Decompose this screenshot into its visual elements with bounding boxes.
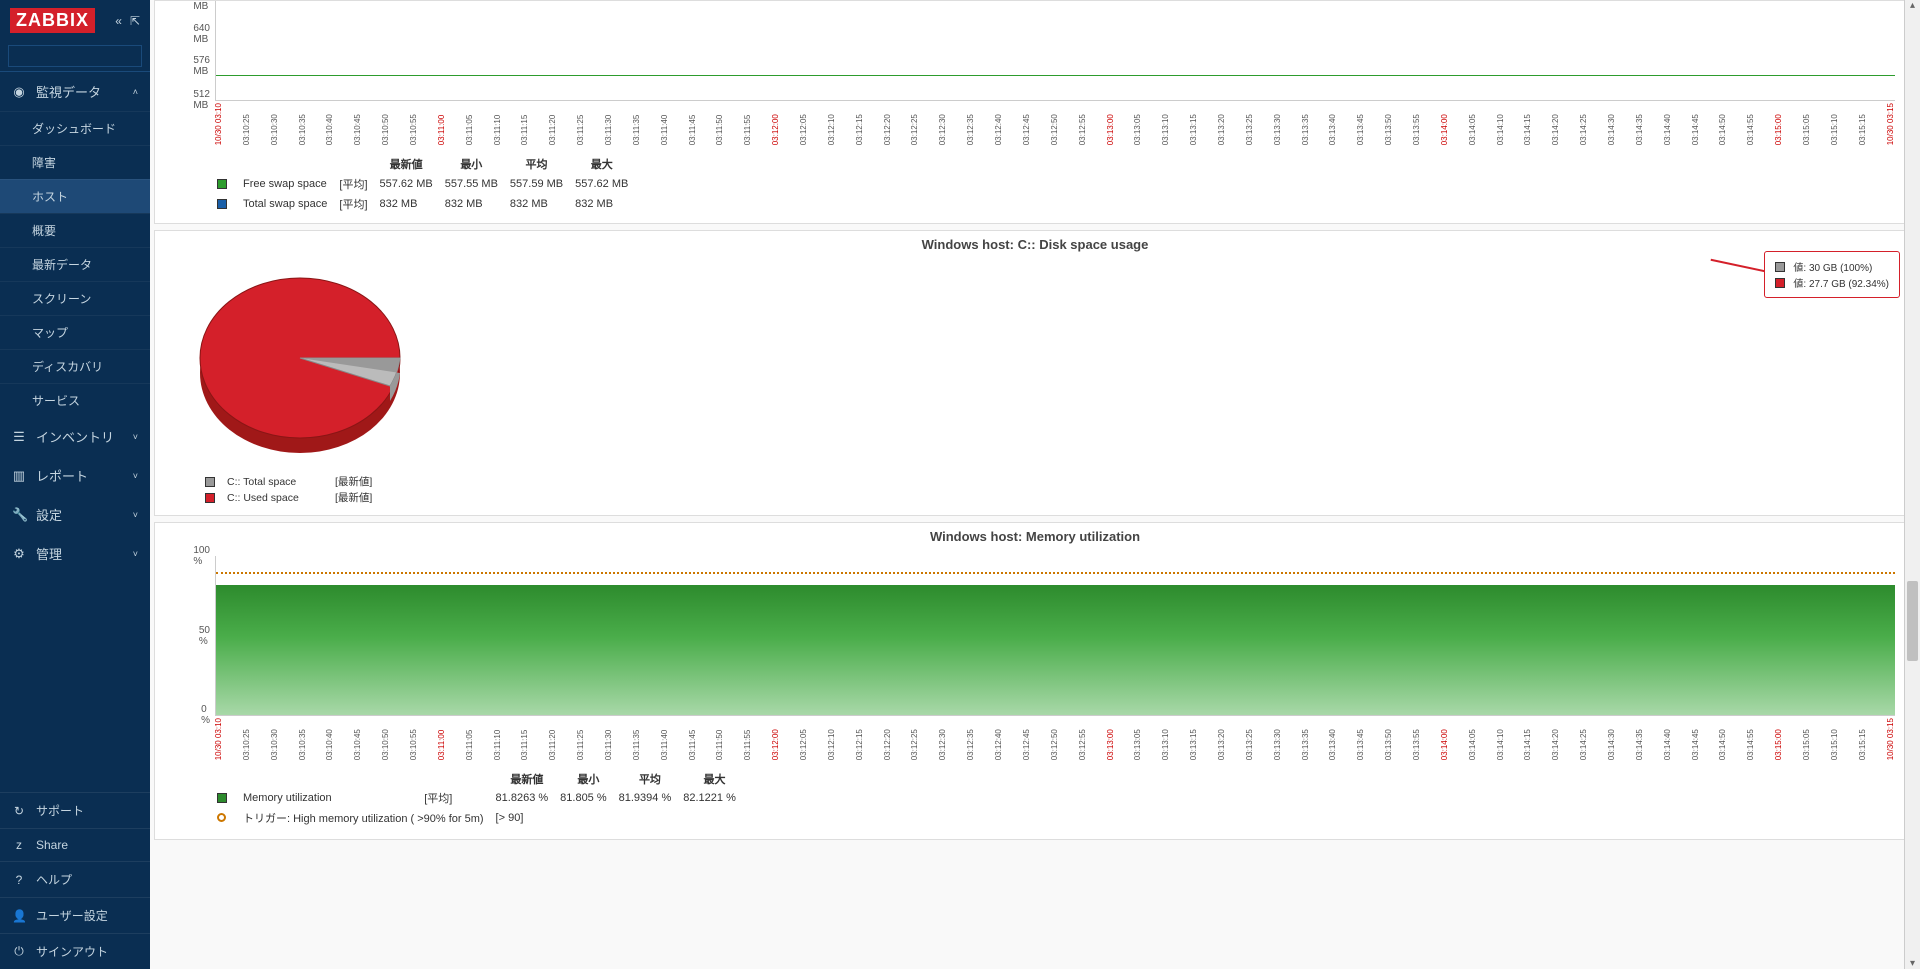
memory-xaxis: 10/30 03:1003:10:2503:10:3003:10:3503:10… [215,718,1895,760]
swap-xaxis: 10/30 03:1003:10:2503:10:3003:10:3503:10… [215,103,1895,145]
share-icon: z [12,838,26,852]
chevron-down-icon: ˅ [133,432,138,442]
nav-config[interactable]: 🔧設定˅ [0,495,150,534]
nav-signout[interactable]: ⏻サインアウト [0,933,150,969]
scroll-down-icon[interactable]: ▾ [1905,958,1920,969]
memory-panel: Windows host: Memory utilization 100 % 5… [154,522,1916,839]
swap-legend: 最新値最小平均最大 Free swap space[平均]557.62 MB55… [215,153,640,215]
swap-chart: 704 MB 640 MB 576 MB 512 MB [215,1,1895,101]
eye-icon: ◉ [12,84,26,100]
support-icon: ↻ [12,804,26,818]
disk-legend-box: 値: 30 GB (100%)値: 27.7 GB (92.34%) [1764,251,1900,298]
memory-chart: 100 % 50 % 0 % [215,556,1895,716]
logo[interactable]: ZABBIX [10,8,95,33]
sidebar-item-maps[interactable]: マップ [0,315,150,349]
vertical-scrollbar[interactable]: ▴ ▾ [1904,0,1920,969]
memory-title: Windows host: Memory utilization [155,523,1915,550]
scroll-up-icon[interactable]: ▴ [1905,0,1920,11]
search-input[interactable] [15,50,157,62]
chart-icon: ▥ [12,468,26,484]
main-content: 704 MB 640 MB 576 MB 512 MB 10/30 03:100… [150,0,1920,969]
nav-inventory[interactable]: ☰インベントリ˅ [0,417,150,456]
sidebar-item-discovery[interactable]: ディスカバリ [0,349,150,383]
disk-title: Windows host: C:: Disk space usage [155,231,1915,258]
sidebar-item-dashboard[interactable]: ダッシュボード [0,111,150,145]
disk-pie-chart [195,268,405,458]
signout-icon: ⏻ [12,944,26,959]
nav-support[interactable]: ↻サポート [0,792,150,828]
search-box[interactable]: 🔍 [8,45,142,67]
chevron-up-icon: ˄ [133,87,138,97]
sidebar-item-screens[interactable]: スクリーン [0,281,150,315]
chevron-down-icon: ˅ [133,510,138,520]
disk-panel: Windows host: C:: Disk space usage 値: 30… [154,230,1916,516]
collapse-icon[interactable]: « [115,14,122,28]
user-icon: 👤 [12,909,26,923]
scroll-thumb[interactable] [1907,581,1918,661]
gear-icon: ⚙ [12,546,26,562]
nav-help[interactable]: ?ヘルプ [0,861,150,897]
wrench-icon: 🔧 [12,507,26,523]
nav-share[interactable]: zShare [0,828,150,861]
nav-reports[interactable]: ▥レポート˅ [0,456,150,495]
sidebar: ZABBIX « ⇱ 🔍 ◉ 監視データ ˄ ダッシュボード 障害 ホスト 概要… [0,0,150,969]
sidebar-item-problems[interactable]: 障害 [0,145,150,179]
memory-legend: 最新値最小平均最大 Memory utilization[平均] 81.8263… [215,769,748,829]
list-icon: ☰ [12,429,26,445]
sidebar-item-hosts[interactable]: ホスト [0,179,150,213]
sidebar-item-services[interactable]: サービス [0,383,150,417]
chevron-down-icon: ˅ [133,549,138,559]
popout-icon[interactable]: ⇱ [130,14,140,28]
sidebar-item-latest[interactable]: 最新データ [0,247,150,281]
help-icon: ? [12,873,26,887]
swap-panel: 704 MB 640 MB 576 MB 512 MB 10/30 03:100… [154,0,1916,224]
chevron-down-icon: ˅ [133,471,138,481]
disk-legend-below: C:: Total space[最新値]C:: Used space[最新値] [205,474,1915,505]
nav-monitoring[interactable]: ◉ 監視データ ˄ [0,72,150,111]
sidebar-item-overview[interactable]: 概要 [0,213,150,247]
nav-admin[interactable]: ⚙管理˅ [0,534,150,573]
nav-usersettings[interactable]: 👤ユーザー設定 [0,897,150,933]
